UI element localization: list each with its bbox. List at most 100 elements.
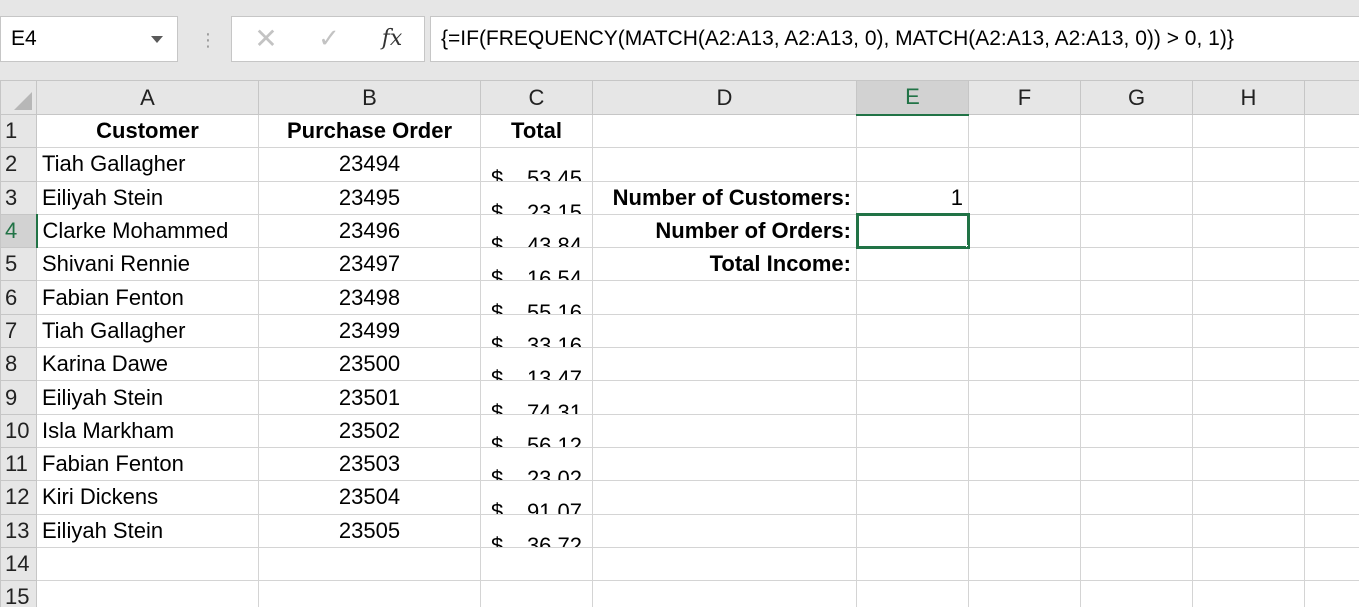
cell-total[interactable]: $43.84 [480,213,593,249]
cell-purchase-order[interactable] [258,546,481,582]
cell-customer[interactable] [36,580,259,607]
cell-total[interactable]: $23.15 [480,180,593,215]
column-header-b[interactable]: B [258,80,481,115]
cell-customer[interactable]: Fabian Fenton [36,280,259,315]
cell-customer[interactable]: Eiliyah Stein [36,380,259,415]
cell-total[interactable]: $16.54 [480,247,593,282]
cell-total[interactable]: $55.16 [480,280,593,315]
cell[interactable] [968,180,1081,215]
cell-customer[interactable]: Kiri Dickens [36,480,259,515]
cell[interactable] [1192,347,1305,382]
cell[interactable] [1304,347,1359,382]
formula-input[interactable]: {=IF(FREQUENCY(MATCH(A2:A13, A2:A13, 0),… [430,16,1359,62]
cell[interactable] [856,380,969,415]
cell[interactable] [968,580,1081,607]
cell[interactable] [1080,546,1193,582]
cell-customer[interactable]: Fabian Fenton [36,446,259,482]
cell-purchase-order[interactable]: 23501 [258,380,481,415]
row-header[interactable]: 10 [0,413,37,448]
cell-purchase-order[interactable]: 23496 [258,213,481,249]
cell[interactable] [968,347,1081,382]
cell-customer[interactable]: Karina Dawe [36,347,259,382]
cell[interactable] [856,413,969,448]
cell[interactable] [592,446,857,482]
cell[interactable] [592,147,857,182]
label-number-of-customers[interactable]: Number of Customers: [592,180,857,215]
cell[interactable] [592,513,857,548]
cell[interactable] [1080,480,1193,515]
cell-customer[interactable] [36,546,259,582]
cell[interactable] [856,580,969,607]
cell[interactable] [1080,247,1193,282]
select-all-corner[interactable] [0,80,37,115]
cell[interactable] [592,113,857,149]
column-header-f[interactable]: F [968,80,1081,115]
cell[interactable] [1192,180,1305,215]
column-header-g[interactable]: G [1080,80,1193,115]
cell[interactable] [1192,446,1305,482]
cell[interactable] [1304,147,1359,182]
cell[interactable] [1304,313,1359,349]
cell[interactable] [968,513,1081,548]
enter-icon[interactable]: ✓ [307,17,351,61]
column-header-h[interactable]: H [1192,80,1305,115]
cell-purchase-order[interactable]: 23500 [258,347,481,382]
cell[interactable] [1080,280,1193,315]
cell[interactable] [592,313,857,349]
cell-customer[interactable]: Tiah Gallagher [36,147,259,182]
cell[interactable] [1304,280,1359,315]
cell-customer[interactable]: Shivani Rennie [36,247,259,282]
cell-purchase-order[interactable]: 23499 [258,313,481,349]
cell[interactable] [968,413,1081,448]
cell[interactable] [1080,313,1193,349]
cell[interactable] [592,546,857,582]
cell[interactable] [1304,247,1359,282]
cell[interactable] [1192,413,1305,448]
cell[interactable] [856,280,969,315]
cell[interactable] [856,147,969,182]
cell[interactable] [856,546,969,582]
cell[interactable] [592,380,857,415]
cell-purchase-order[interactable] [258,580,481,607]
row-header[interactable]: 11 [0,446,37,482]
value-total-income[interactable] [856,247,969,282]
cell-purchase-order[interactable]: 23503 [258,446,481,482]
row-header[interactable]: 12 [0,480,37,515]
cell[interactable] [1304,113,1359,149]
row-header[interactable]: 4 [0,213,38,249]
cell[interactable] [856,313,969,349]
cell[interactable] [1080,113,1193,149]
cell-purchase-order[interactable]: 23498 [258,280,481,315]
cell[interactable] [1080,513,1193,548]
column-header-a[interactable]: A [36,80,259,115]
cell[interactable] [856,513,969,548]
cell-total[interactable]: $91.07 [480,480,593,515]
cell[interactable] [968,247,1081,282]
insert-function-icon[interactable]: fx [370,17,414,61]
cell[interactable] [856,480,969,515]
column-header-d[interactable]: D [592,80,857,115]
cell[interactable] [968,480,1081,515]
cell-total[interactable]: $74.31 [480,380,593,415]
cell[interactable] [968,546,1081,582]
row-header[interactable]: 1 [0,113,37,149]
cell-total[interactable] [480,546,593,582]
cell[interactable] [1192,480,1305,515]
label-total-income[interactable]: Total Income: [592,247,857,282]
row-header[interactable]: 3 [0,180,37,215]
cell[interactable] [592,413,857,448]
cell[interactable] [592,347,857,382]
name-box[interactable]: E4 [0,16,178,62]
cell[interactable] [1080,580,1193,607]
fill-handle[interactable] [966,245,968,247]
cell[interactable] [1192,313,1305,349]
cell[interactable] [1080,180,1193,215]
cell[interactable] [1192,213,1305,249]
cell-total[interactable]: $23.02 [480,446,593,482]
cell[interactable] [592,580,857,607]
cell[interactable] [1192,546,1305,582]
cell-total[interactable]: $33.16 [480,313,593,349]
cell[interactable] [1192,147,1305,182]
cell-purchase-order[interactable]: 23497 [258,247,481,282]
cell[interactable] [968,213,1081,249]
